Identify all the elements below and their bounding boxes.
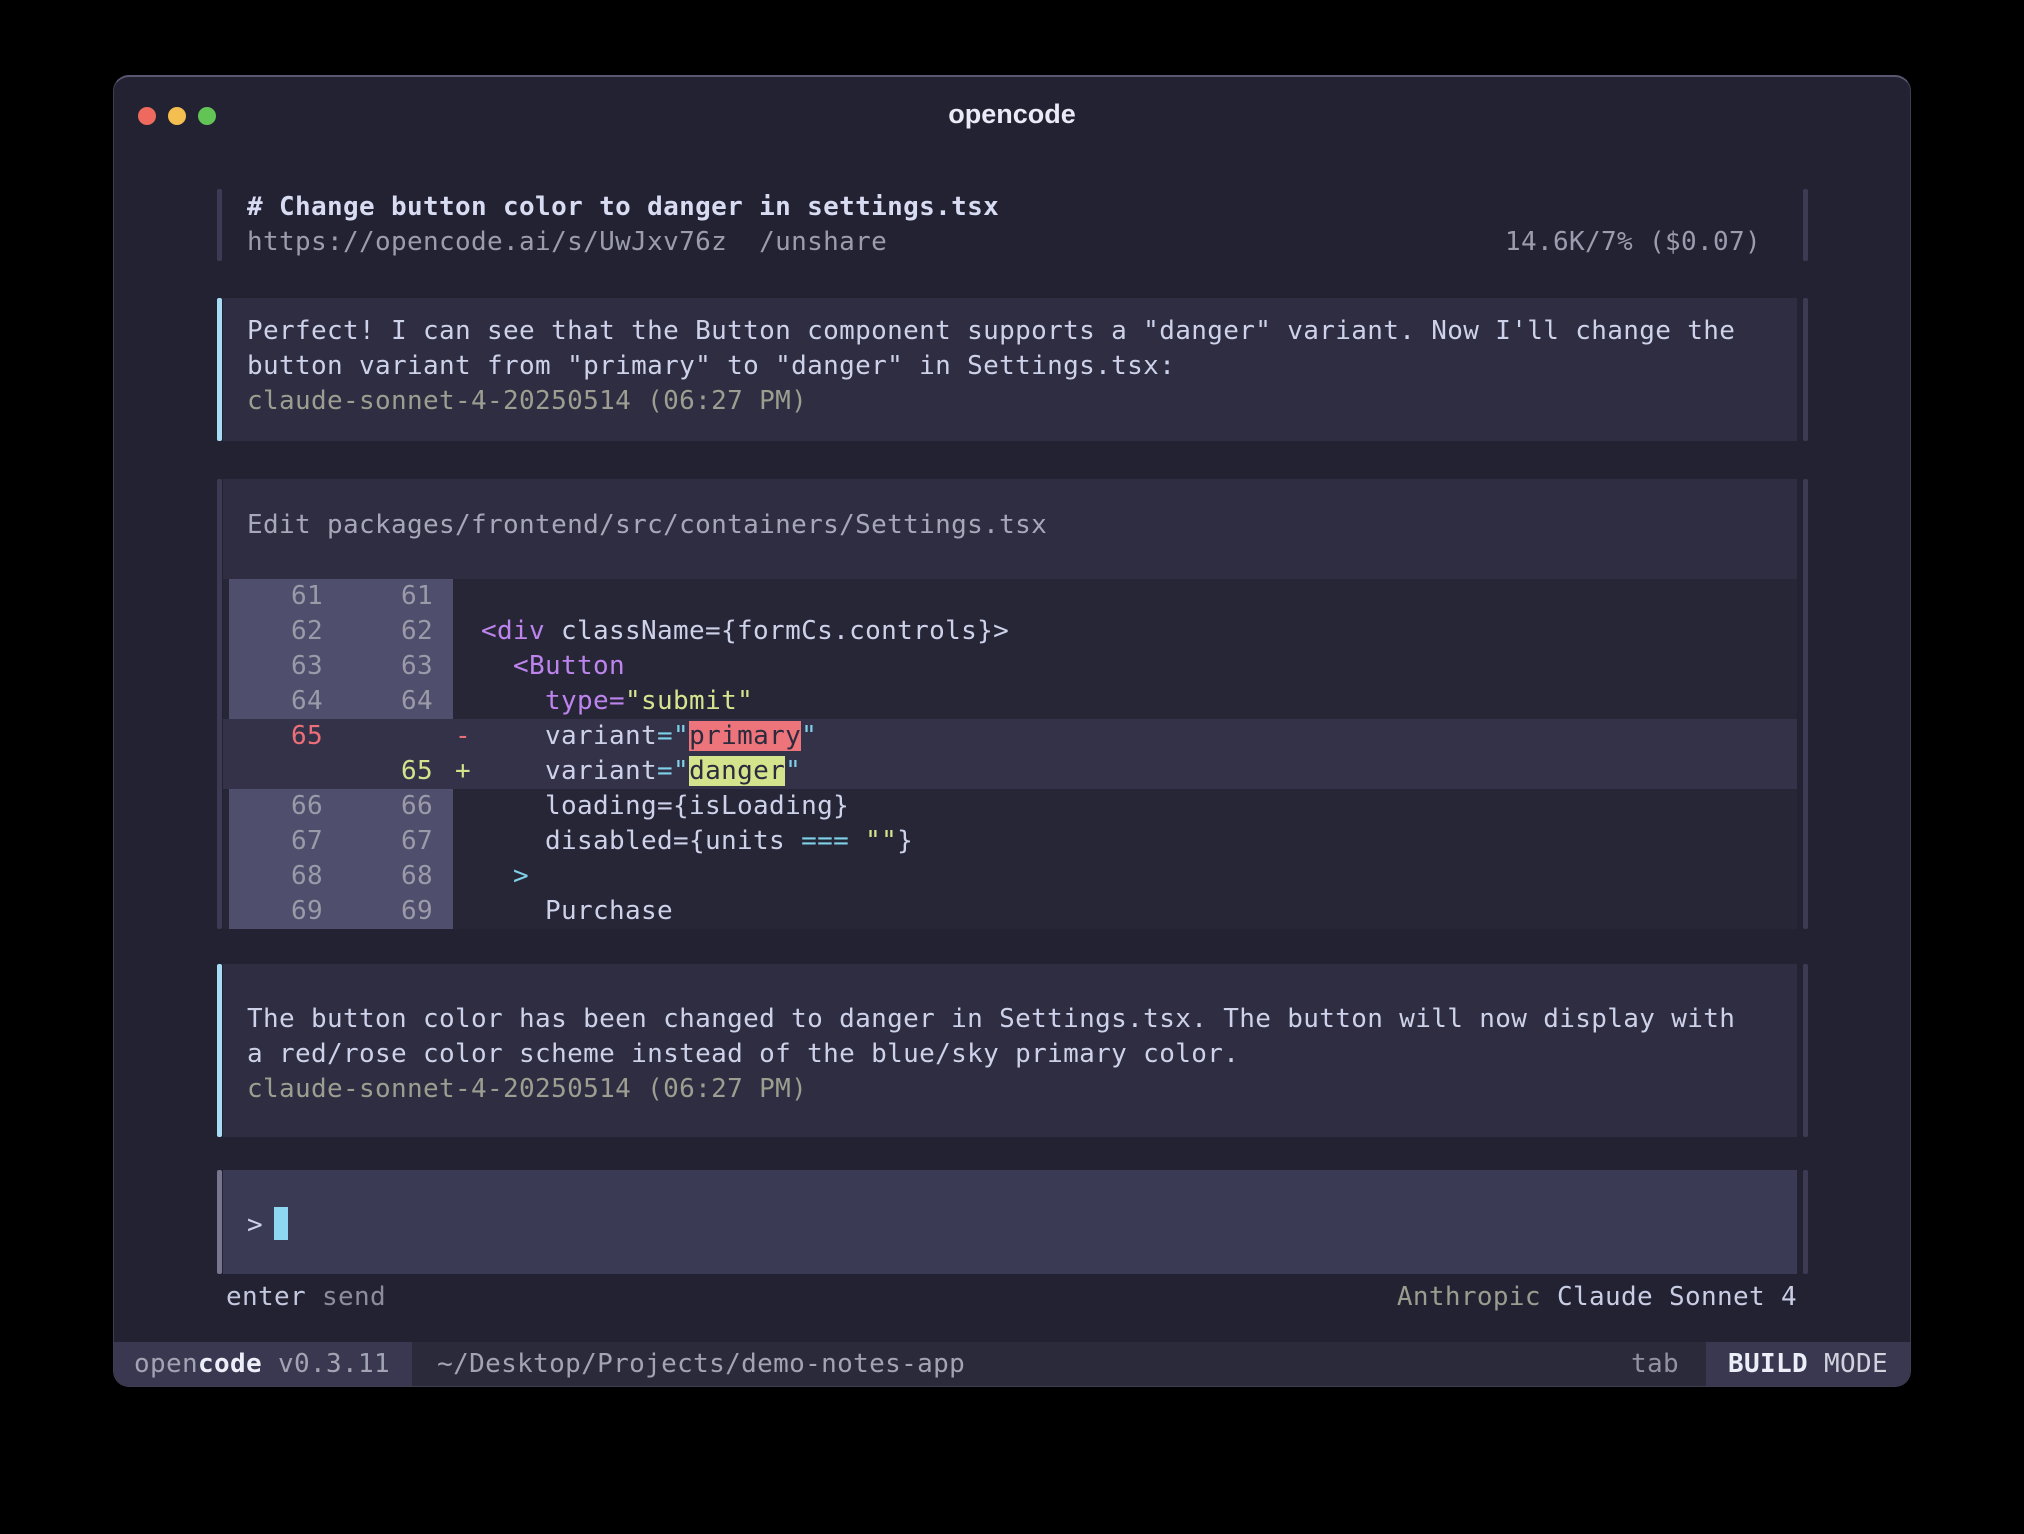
window-titlebar: opencode <box>114 77 1910 149</box>
mode-label-bold: BUILD <box>1728 1349 1808 1379</box>
mode-segment[interactable]: BUILD MODE <box>1706 1342 1910 1386</box>
model-indicator: Anthropic Claude Sonnet 4 <box>1397 1280 1797 1315</box>
diff-code-line: disabled={units === ""} <box>481 824 1797 859</box>
message-right-rule <box>1803 298 1808 441</box>
edit-file-path: Edit packages/frontend/src/containers/Se… <box>247 508 1047 543</box>
edit-block-right-rule <box>1803 479 1808 929</box>
session-header-left-rule <box>217 189 222 261</box>
app-window: opencode # Change button color to danger… <box>113 75 1911 1387</box>
text-cursor <box>274 1207 288 1240</box>
share-url-link[interactable]: https://opencode.ai/s/UwJxv76z <box>247 227 727 257</box>
session-header-right-rule <box>1803 189 1808 261</box>
diff-code-line: Purchase <box>481 894 1797 929</box>
input-right-rule <box>1803 1170 1808 1274</box>
diff-code-line: <div className={formCs.controls}> <box>481 614 1797 649</box>
message-line: Perfect! I can see that the Button compo… <box>247 314 1797 349</box>
message-right-rule <box>1803 964 1808 1137</box>
message-line: The button color has been changed to dan… <box>247 1002 1797 1037</box>
diff-row: 6767 disabled={units === ""} <box>223 824 1797 859</box>
app-name-regular: open <box>134 1349 198 1379</box>
app-version: v0.3.11 <box>278 1349 390 1379</box>
diff-code-line: <Button <box>481 649 1797 684</box>
diff-row: 6161 <box>223 579 1797 614</box>
diff-code-line: type="submit" <box>481 684 1797 719</box>
message-text: Perfect! I can see that the Button compo… <box>247 314 1797 384</box>
message-line: button variant from "primary" to "danger… <box>247 349 1797 384</box>
input-left-rule <box>217 1170 222 1274</box>
message-line: a red/rose color scheme instead of the b… <box>247 1037 1797 1072</box>
send-action-hint: send <box>322 1282 386 1312</box>
assistant-message: The button color has been changed to dan… <box>223 964 1797 1137</box>
enter-key-hint: enter <box>226 1282 306 1312</box>
diff-code-line <box>481 579 1797 614</box>
diff-row: 6464 type="submit" <box>223 684 1797 719</box>
status-bar: opencode v0.3.11 ~/Desktop/Projects/demo-… <box>114 1342 1910 1386</box>
tab-key-hint[interactable]: tab <box>1631 1342 1679 1386</box>
model-provider: Anthropic <box>1397 1282 1541 1312</box>
session-header: # Change button color to danger in setti… <box>223 190 1797 260</box>
mode-label-rest: MODE <box>1824 1349 1888 1379</box>
diff-row: 65+ variant="danger" <box>223 754 1797 789</box>
edit-block-left-rule <box>217 479 222 929</box>
diff-row: 65- variant="primary" <box>223 719 1797 754</box>
diff-view: 61616262<div className={formCs.controls}… <box>223 579 1797 929</box>
message-accent-bar <box>217 298 222 441</box>
prompt-symbol: > <box>247 1208 263 1243</box>
assistant-message: Perfect! I can see that the Button compo… <box>223 298 1797 441</box>
diff-code-line: loading={isLoading} <box>481 789 1797 824</box>
message-text: The button color has been changed to dan… <box>247 1002 1797 1072</box>
edit-tool-block: Edit packages/frontend/src/containers/Se… <box>223 479 1797 929</box>
diff-code-line: variant="primary" <box>481 719 1797 754</box>
model-name: Claude Sonnet 4 <box>1557 1282 1797 1312</box>
diff-row: 6969 Purchase <box>223 894 1797 929</box>
diff-row: 6868 > <box>223 859 1797 894</box>
token-usage: 14.6K/7% ($0.07) <box>1505 225 1761 260</box>
prompt-input[interactable]: > <box>223 1170 1797 1274</box>
screen: opencode # Change button color to danger… <box>0 0 2024 1534</box>
message-accent-bar <box>217 964 222 1137</box>
diff-code-line: > <box>481 859 1797 894</box>
message-model-meta: claude-sonnet-4-20250514 (06:27 PM) <box>247 384 1797 419</box>
window-title: opencode <box>114 99 1910 130</box>
diff-code-line: variant="danger" <box>481 754 1797 789</box>
session-title: # Change button color to danger in setti… <box>223 190 1797 225</box>
app-name-bold: code <box>198 1349 262 1379</box>
message-model-meta: claude-sonnet-4-20250514 (06:27 PM) <box>247 1072 1797 1107</box>
diff-row: 6262<div className={formCs.controls}> <box>223 614 1797 649</box>
diff-row: 6363 <Button <box>223 649 1797 684</box>
working-directory: ~/Desktop/Projects/demo-notes-app <box>437 1342 965 1386</box>
diff-row: 6666 loading={isLoading} <box>223 789 1797 824</box>
send-hint: enter send <box>226 1280 386 1315</box>
app-version-segment: opencode v0.3.11 <box>114 1342 412 1386</box>
unshare-command[interactable]: /unshare <box>759 227 887 257</box>
